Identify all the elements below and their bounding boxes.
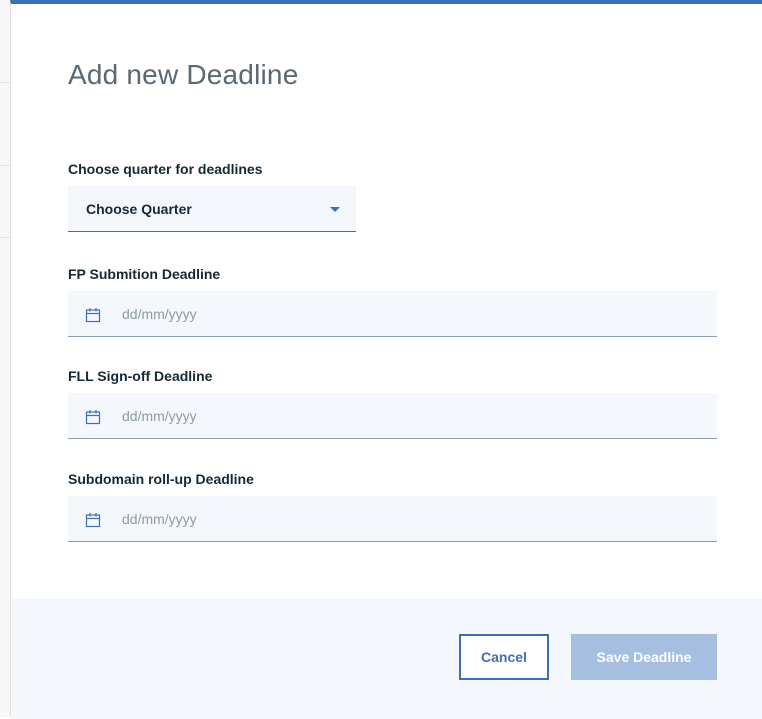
calendar-icon (85, 308, 101, 323)
fp-submission-date-input[interactable]: dd/mm/yyyy (68, 291, 717, 337)
modal-title: Add new Deadline (68, 59, 299, 90)
subdomain-rollup-label: Subdomain roll-up Deadline (68, 471, 254, 487)
backdrop-edge (0, 0, 10, 717)
fll-signoff-label: FLL Sign-off Deadline (68, 368, 213, 384)
calendar-icon (85, 513, 101, 528)
modal-footer: Cancel Save Deadline (11, 598, 762, 719)
caret-down-icon (330, 207, 340, 212)
date-placeholder: dd/mm/yyyy (122, 408, 197, 424)
subdomain-rollup-date-input[interactable]: dd/mm/yyyy (68, 496, 717, 542)
calendar-icon (85, 410, 101, 425)
fll-signoff-date-input[interactable]: dd/mm/yyyy (68, 393, 717, 439)
date-placeholder: dd/mm/yyyy (122, 511, 197, 527)
date-placeholder: dd/mm/yyyy (122, 306, 197, 322)
cancel-button[interactable]: Cancel (459, 634, 549, 680)
backdrop-divider (0, 82, 10, 83)
fp-submission-label: FP Submition Deadline (68, 266, 221, 282)
add-deadline-modal: Add new Deadline Choose quarter for dead… (10, 0, 762, 719)
backdrop-divider (0, 165, 10, 166)
backdrop-divider (0, 237, 10, 238)
quarter-select-value: Choose Quarter (86, 201, 192, 217)
quarter-select[interactable]: Choose Quarter (68, 186, 356, 232)
save-deadline-button[interactable]: Save Deadline (571, 634, 717, 680)
quarter-label: Choose quarter for deadlines (68, 161, 263, 177)
